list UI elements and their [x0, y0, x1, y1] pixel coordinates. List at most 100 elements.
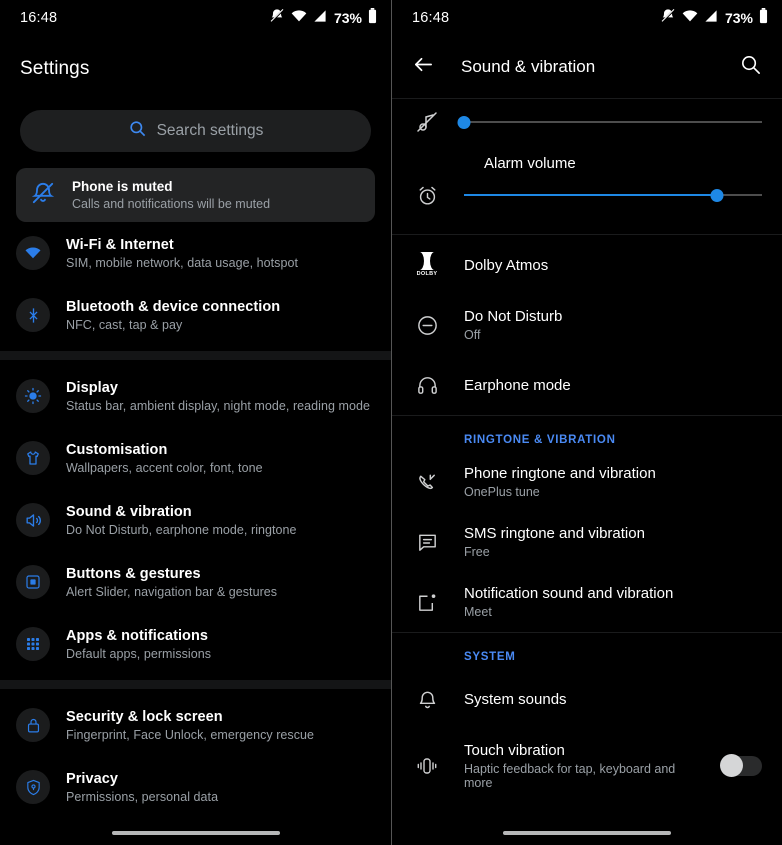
alarm-volume-slider[interactable]	[464, 186, 762, 204]
wifi-icon	[682, 9, 698, 27]
bluetooth-icon	[16, 298, 50, 332]
slider-rail	[464, 121, 762, 123]
search-icon[interactable]	[739, 53, 762, 81]
row-title: Display	[66, 379, 118, 396]
row-title: Wi-Fi & Internet	[66, 236, 174, 253]
row-subtitle: Free	[464, 545, 490, 559]
list-item-touch-vibration[interactable]: Touch vibration Haptic feedback for tap,…	[392, 729, 782, 803]
sidebar-item-sound-vibration[interactable]: Sound & vibration Do Not Disturb, earpho…	[0, 489, 391, 551]
row-title: Earphone mode	[464, 376, 571, 394]
sidebar-item-display[interactable]: Display Status bar, ambient display, nig…	[0, 365, 391, 427]
row-subtitle: Off	[464, 328, 481, 342]
settings-group-security: Security & lock screen Fingerprint, Face…	[0, 694, 391, 818]
search-input[interactable]: Search settings	[20, 110, 371, 152]
do-not-disturb-icon	[412, 314, 442, 337]
row-subtitle: NFC, cast, tap & pay	[66, 317, 183, 332]
dual-screenshot: 16:48 73% Settings Search settings Phone…	[0, 0, 782, 845]
sidebar-item-security-lock-screen[interactable]: Security & lock screen Fingerprint, Face…	[0, 694, 391, 756]
row-subtitle: Status bar, ambient display, night mode,…	[66, 398, 370, 413]
sidebar-item-wifi-internet[interactable]: Wi-Fi & Internet SIM, mobile network, da…	[0, 222, 391, 284]
phone-ring-icon	[412, 471, 442, 494]
battery-percent-label: 73%	[333, 10, 362, 26]
row-title: Apps & notifications	[66, 627, 208, 644]
alarm-volume-slider-row[interactable]	[412, 172, 762, 218]
page-title: Settings	[20, 58, 90, 79]
search-icon	[128, 119, 147, 143]
wifi-icon	[16, 236, 50, 270]
slider-thumb[interactable]	[457, 115, 471, 129]
row-title: Security & lock screen	[66, 708, 223, 725]
slider-fill	[464, 194, 718, 196]
status-bar: 16:48 73%	[392, 0, 782, 36]
row-title: Privacy	[66, 770, 118, 787]
touch-vibration-toggle[interactable]	[720, 754, 762, 777]
list-item-dolby-atmos[interactable]: DOLBY Dolby Atmos	[392, 235, 782, 295]
app-bar-title: Sound & vibration	[461, 57, 596, 76]
list-item-system-sounds[interactable]: System sounds	[392, 669, 782, 729]
row-subtitle: OnePlus tune	[464, 485, 540, 499]
group-divider	[0, 680, 391, 689]
row-subtitle: Alert Slider, navigation bar & gestures	[66, 584, 278, 599]
shield-icon	[16, 770, 50, 804]
arrow-left-icon[interactable]	[412, 53, 435, 81]
ring-volume-slider-row[interactable]	[412, 99, 762, 145]
sidebar-item-privacy[interactable]: Privacy Permissions, personal data	[0, 756, 391, 818]
signal-icon	[704, 9, 718, 27]
sidebar-item-buttons-gestures[interactable]: Buttons & gestures Alert Slider, navigat…	[0, 551, 391, 613]
row-subtitle: Permissions, personal data	[66, 789, 219, 804]
group-divider	[0, 351, 391, 360]
section-header-ringtone-vibration: RINGTONE & VIBRATION	[464, 434, 616, 446]
row-title: Buttons & gestures	[66, 565, 201, 582]
sidebar-item-customisation[interactable]: Customisation Wallpapers, accent color, …	[0, 427, 391, 489]
signal-icon	[313, 9, 327, 27]
row-title: Do Not Disturb	[464, 308, 563, 325]
notification-square-icon	[412, 591, 442, 614]
row-title: Touch vibration	[464, 742, 565, 759]
status-bar: 16:48 73%	[0, 0, 391, 36]
button-box-icon	[16, 565, 50, 599]
bell-slash-icon	[269, 8, 285, 28]
phone-muted-banner[interactable]: Phone is muted Calls and notifications w…	[16, 168, 375, 222]
bell-slash-icon	[30, 180, 56, 211]
vibration-icon	[412, 754, 442, 778]
app-grid-icon	[16, 627, 50, 661]
sidebar-item-bluetooth-device-connection[interactable]: Bluetooth & device connection NFC, cast,…	[0, 284, 391, 346]
ringtone-vibration-group: RINGTONE & VIBRATION Phone ringtone and …	[392, 416, 782, 632]
row-title: System sounds	[464, 690, 567, 708]
settings-group-connectivity: Wi-Fi & Internet SIM, mobile network, da…	[0, 222, 391, 346]
audio-features-group: DOLBY Dolby Atmos Do Not Disturb Off Ear…	[392, 235, 782, 415]
list-item-notification-sound[interactable]: Notification sound and vibration Meet	[392, 572, 782, 632]
wifi-icon	[291, 9, 307, 27]
list-item-phone-ringtone[interactable]: Phone ringtone and vibration OnePlus tun…	[392, 452, 782, 512]
row-title: SMS ringtone and vibration	[464, 525, 645, 542]
row-title: Phone ringtone and vibration	[464, 465, 656, 482]
sidebar-item-apps-notifications[interactable]: Apps & notifications Default apps, permi…	[0, 613, 391, 675]
status-bar-clock: 16:48	[412, 10, 450, 26]
section-header-system: SYSTEM	[464, 651, 516, 663]
row-title: Bluetooth & device connection	[66, 298, 281, 315]
list-item-sms-ringtone[interactable]: SMS ringtone and vibration Free	[392, 512, 782, 572]
row-title: Customisation	[66, 441, 168, 458]
ring-volume-muted-icon	[412, 110, 442, 134]
row-subtitle: Wallpapers, accent color, font, tone	[66, 460, 263, 475]
ring-volume-slider[interactable]	[457, 113, 762, 131]
list-item-do-not-disturb[interactable]: Do Not Disturb Off	[392, 295, 782, 355]
toggle-knob	[720, 754, 743, 777]
settings-group-device: Display Status bar, ambient display, nig…	[0, 365, 391, 675]
gesture-nav-bar[interactable]	[392, 821, 782, 845]
gesture-nav-bar[interactable]	[0, 821, 391, 845]
row-subtitle: Fingerprint, Face Unlock, emergency resc…	[66, 727, 315, 742]
search-placeholder: Search settings	[156, 122, 264, 139]
bell-icon	[412, 688, 442, 711]
muted-banner-title: Phone is muted	[72, 179, 173, 194]
battery-percent-label: 73%	[724, 10, 753, 26]
slider-thumb[interactable]	[710, 188, 724, 202]
lock-icon	[16, 708, 50, 742]
right-phone-screen: 16:48 73% Sound & vibration Alarm volume…	[391, 0, 782, 845]
home-gesture-pill[interactable]	[111, 831, 280, 835]
row-title: Dolby Atmos	[464, 256, 549, 274]
list-item-earphone-mode[interactable]: Earphone mode	[392, 355, 782, 415]
row-subtitle: SIM, mobile network, data usage, hotspot	[66, 255, 298, 270]
message-icon	[412, 531, 442, 554]
home-gesture-pill[interactable]	[503, 831, 671, 835]
